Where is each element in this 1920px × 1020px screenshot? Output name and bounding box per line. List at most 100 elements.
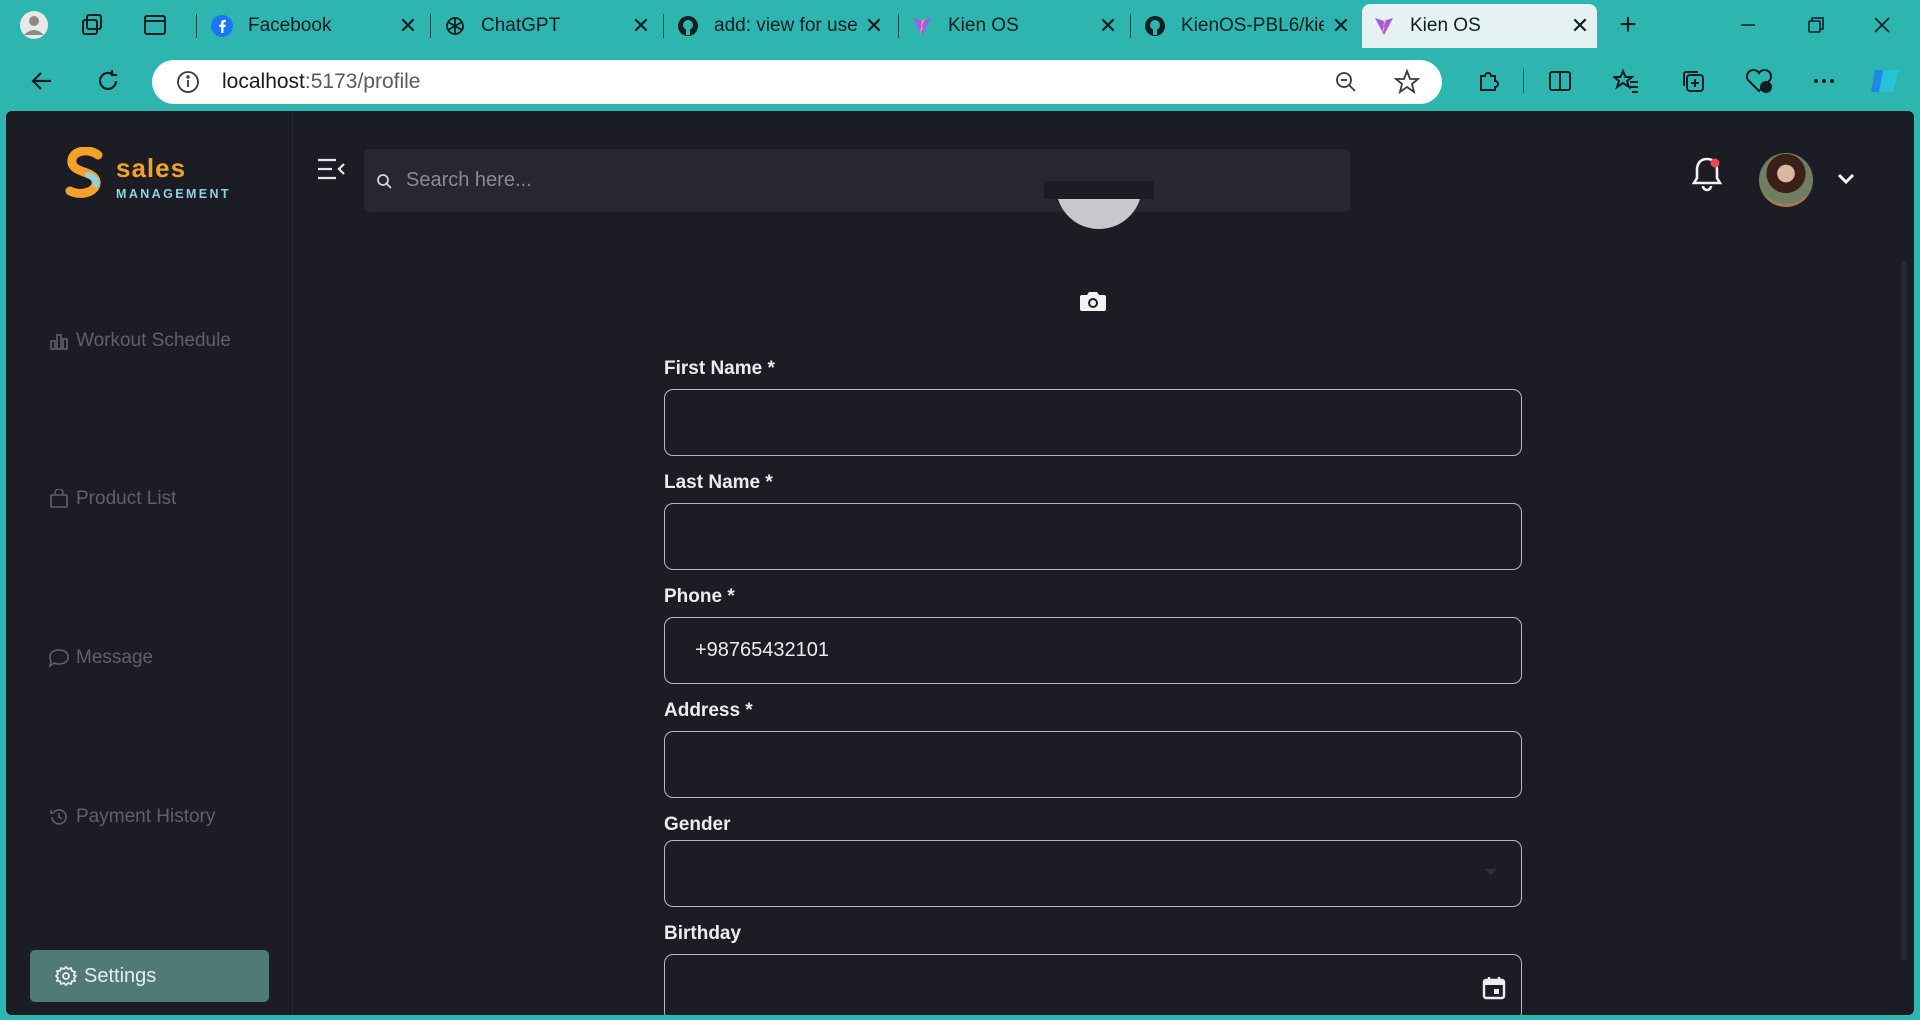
profile-photo xyxy=(1044,181,1154,236)
tab-separator xyxy=(196,14,197,38)
sidebar-item-label: Workout Schedule xyxy=(76,330,231,351)
bar-chart-icon xyxy=(48,330,70,352)
more-options-icon[interactable] xyxy=(1804,61,1844,101)
vite-icon xyxy=(910,14,934,38)
close-tab-icon[interactable]: ✕ xyxy=(624,13,658,39)
url-host: localhost xyxy=(222,70,305,93)
url-text: localhost:5173/profile xyxy=(222,70,420,94)
chat-bubble-icon xyxy=(48,647,70,669)
window-close-icon[interactable] xyxy=(1862,8,1902,42)
search-bar xyxy=(364,149,1350,212)
sidebar-item-product-list[interactable]: Product List xyxy=(48,482,176,516)
s-logo-icon xyxy=(65,147,103,198)
chevron-down-icon[interactable] xyxy=(1834,169,1858,189)
site-info-icon[interactable] xyxy=(176,70,200,99)
browser-toolbar: localhost:5173/profile xyxy=(0,51,1920,110)
close-tab-icon[interactable]: ✕ xyxy=(1091,13,1125,39)
sidebar-item-label: Message xyxy=(76,647,154,668)
tab-kien-os-active[interactable]: Kien OS ✕ xyxy=(1362,4,1597,48)
last-name-label: Last Name * xyxy=(664,472,773,493)
tab-github-commit[interactable]: add: view for user ✕ xyxy=(666,4,891,48)
tab-title: Kien OS xyxy=(948,15,1019,36)
facebook-icon xyxy=(210,14,234,38)
address-bar[interactable]: localhost:5173/profile xyxy=(152,60,1442,104)
tab-chatgpt[interactable]: ChatGPT ✕ xyxy=(433,4,658,48)
sidebar-item-workout-schedule[interactable]: Workout Schedule xyxy=(48,324,231,358)
gear-icon xyxy=(54,964,78,988)
tab-kien-os[interactable]: Kien OS ✕ xyxy=(900,4,1125,48)
reload-icon[interactable] xyxy=(88,61,128,101)
sidebar-item-message[interactable]: Message xyxy=(48,641,153,675)
search-icon xyxy=(374,173,394,189)
phone-label: Phone * xyxy=(664,586,735,607)
tab-separator xyxy=(430,14,431,38)
calendar-icon[interactable] xyxy=(1481,975,1507,1007)
github-icon xyxy=(676,14,700,38)
tab-title: Kien OS xyxy=(1410,15,1481,36)
close-tab-icon[interactable]: ✕ xyxy=(1324,13,1358,39)
url-path: :5173/profile xyxy=(304,70,421,93)
zoom-out-icon[interactable] xyxy=(1334,70,1358,99)
collections-icon[interactable] xyxy=(1673,61,1713,101)
sales-management-logo[interactable]: sales MANAGEMENT xyxy=(64,147,244,203)
search-input[interactable] xyxy=(406,169,1306,192)
tab-title: Facebook xyxy=(248,15,332,36)
favorite-star-icon[interactable] xyxy=(1393,68,1421,100)
tab-separator xyxy=(663,14,664,38)
toolbar-separator xyxy=(1523,69,1524,93)
back-icon[interactable] xyxy=(22,61,62,101)
first-name-field[interactable] xyxy=(664,389,1522,456)
avatar[interactable] xyxy=(1759,153,1813,207)
github-icon xyxy=(1143,14,1167,38)
close-tab-icon[interactable]: ✕ xyxy=(857,13,891,39)
birthday-field[interactable] xyxy=(664,954,1522,1015)
browser-tab-strip: Facebook ✕ ChatGPT ✕ add: view for user … xyxy=(0,0,1920,51)
gender-label: Gender xyxy=(664,814,731,835)
scrollbar-thumb[interactable] xyxy=(1901,261,1907,961)
phone-value: +98765432101 xyxy=(695,639,830,661)
close-tab-icon[interactable]: ✕ xyxy=(391,13,425,39)
last-name-field[interactable] xyxy=(664,503,1522,570)
browser-essentials-icon[interactable] xyxy=(1739,61,1779,101)
tab-title: ChatGPT xyxy=(481,15,561,36)
restore-icon[interactable] xyxy=(1796,8,1836,42)
shopping-bag-icon xyxy=(48,488,70,510)
copilot-icon[interactable] xyxy=(1866,61,1906,101)
address-label: Address * xyxy=(664,700,753,721)
menu-collapse-icon[interactable] xyxy=(316,156,346,182)
sidebar-item-payment-history[interactable]: Payment History xyxy=(48,800,215,834)
sidebar-item-label: Payment History xyxy=(76,806,216,827)
first-name-label: First Name * xyxy=(664,358,775,379)
tab-facebook[interactable]: Facebook ✕ xyxy=(200,4,425,48)
extensions-icon[interactable] xyxy=(1468,61,1508,101)
close-tab-icon[interactable]: ✕ xyxy=(1563,13,1597,39)
new-tab-button[interactable]: + xyxy=(1608,8,1648,42)
phone-field[interactable]: +98765432101 xyxy=(664,617,1522,684)
gender-select[interactable] xyxy=(664,840,1522,907)
page-viewport: sales MANAGEMENT Workout Schedule Produc… xyxy=(6,111,1914,1015)
sidebar-item-settings[interactable]: Settings xyxy=(30,950,269,1002)
page-scrollbar[interactable] xyxy=(1898,261,1910,961)
logo-tagline: MANAGEMENT xyxy=(116,187,231,201)
tab-separator xyxy=(898,14,899,38)
sidebar-item-label: Settings xyxy=(84,964,157,987)
camera-icon[interactable] xyxy=(1079,289,1107,313)
tab-github-repo[interactable]: KienOS-PBL6/kien ✕ xyxy=(1133,4,1358,48)
logo-brand: sales xyxy=(116,153,187,183)
dropdown-caret-icon xyxy=(1485,869,1497,875)
minimize-icon[interactable] xyxy=(1728,8,1768,42)
sidebar: sales MANAGEMENT Workout Schedule Produc… xyxy=(6,111,293,1015)
vite-icon xyxy=(1372,14,1396,38)
birthday-label: Birthday xyxy=(664,923,742,944)
sidebar-item-label: Product List xyxy=(76,488,177,509)
workspaces-icon[interactable] xyxy=(72,6,112,44)
notification-bell-icon[interactable] xyxy=(1690,155,1724,193)
address-field[interactable] xyxy=(664,731,1522,798)
tab-separator xyxy=(1130,14,1131,38)
split-screen-icon[interactable] xyxy=(1540,61,1580,101)
favorites-icon[interactable] xyxy=(1606,61,1646,101)
profile-icon[interactable] xyxy=(14,6,54,44)
tab-title: add: view for user xyxy=(714,15,857,36)
tab-actions-icon[interactable] xyxy=(135,6,175,44)
history-icon xyxy=(48,806,70,828)
